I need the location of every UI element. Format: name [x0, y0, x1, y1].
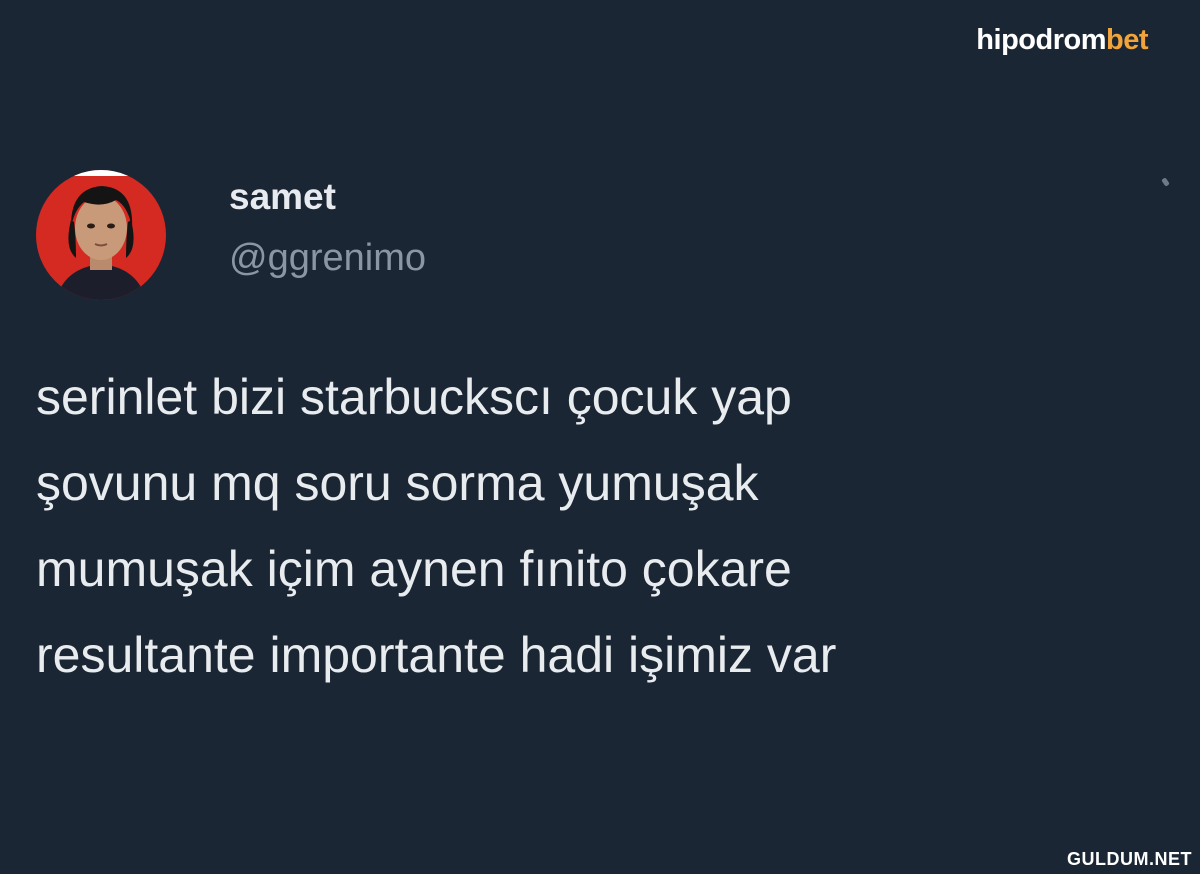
tweet-text-line: serinlet bizi starbuckscı çocuk yap: [36, 369, 792, 425]
avatar[interactable]: [36, 170, 166, 300]
avatar-portrait: [56, 186, 146, 300]
display-name[interactable]: samet: [229, 176, 336, 218]
tweet-text: serinlet bizi starbuckscı çocuk yap şovu…: [36, 354, 1166, 698]
watermark: GULDUM.NET: [1067, 849, 1192, 869]
tweet-text-line: resultante importante hadi işimiz var: [36, 627, 837, 683]
brand-logo: hipodrombet: [976, 24, 1148, 57]
chevron-down-icon[interactable]: [1161, 177, 1170, 187]
tweet-text-line: mumuşak içim aynen fınito çokare: [36, 541, 792, 597]
tweet-text-line: şovunu mq soru sorma yumuşak: [36, 455, 759, 511]
brand-logo-accent: bet: [1106, 24, 1149, 56]
brand-logo-main: hipodrom: [976, 24, 1106, 56]
username[interactable]: @ggrenimo: [229, 237, 426, 280]
avatar-cropped-strip: [36, 170, 162, 176]
